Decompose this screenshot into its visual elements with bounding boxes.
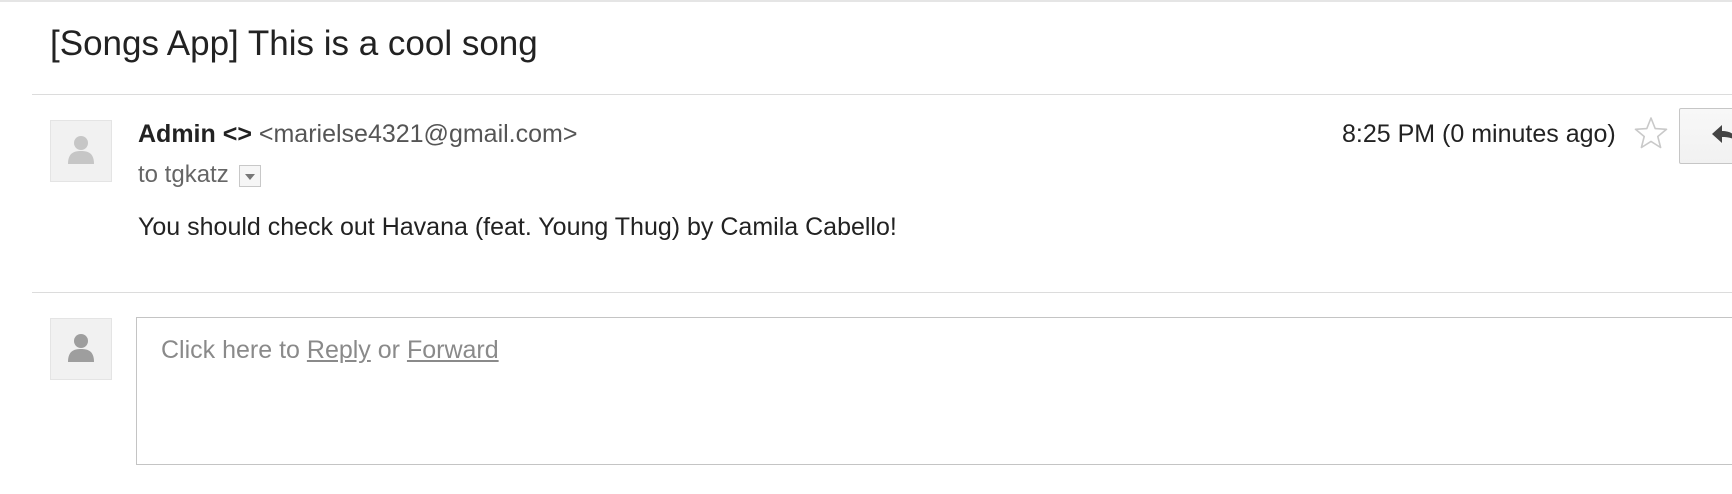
forward-link[interactable]: Forward — [407, 336, 499, 364]
sender-name[interactable]: Admin <> — [138, 120, 252, 148]
recipient-text: to tgkatz — [138, 161, 229, 188]
chevron-down-icon — [244, 174, 255, 180]
reply-arrow-icon — [1712, 125, 1732, 143]
sender-email: <marielse4321@gmail.com> — [258, 120, 578, 148]
sender-avatar[interactable] — [50, 120, 112, 182]
reply-prompt-middle: or — [370, 336, 407, 364]
sender-line: Admin <> <marielse4321@gmail.com> — [138, 120, 577, 149]
reply-button[interactable] — [1679, 108, 1732, 164]
reply-prompt: Click here to Reply or Forward — [161, 336, 499, 365]
email-body: You should check out Havana (feat. Young… — [138, 213, 897, 241]
recipient-line: to tgkatz — [138, 161, 261, 189]
top-divider — [0, 0, 1732, 2]
current-user-avatar — [50, 318, 112, 380]
header-divider — [32, 94, 1732, 95]
reply-prompt-prefix: Click here to — [161, 336, 307, 364]
person-silhouette-icon — [68, 134, 94, 169]
star-button[interactable] — [1633, 115, 1669, 151]
email-timestamp: 8:25 PM (0 minutes ago) — [1342, 120, 1616, 148]
email-subject: [Songs App] This is a cool song — [50, 24, 538, 63]
message-divider — [32, 292, 1732, 293]
star-outline-icon — [1634, 117, 1668, 149]
reply-link[interactable]: Reply — [307, 336, 371, 364]
show-details-button[interactable] — [238, 165, 261, 187]
person-silhouette-icon — [68, 332, 94, 367]
